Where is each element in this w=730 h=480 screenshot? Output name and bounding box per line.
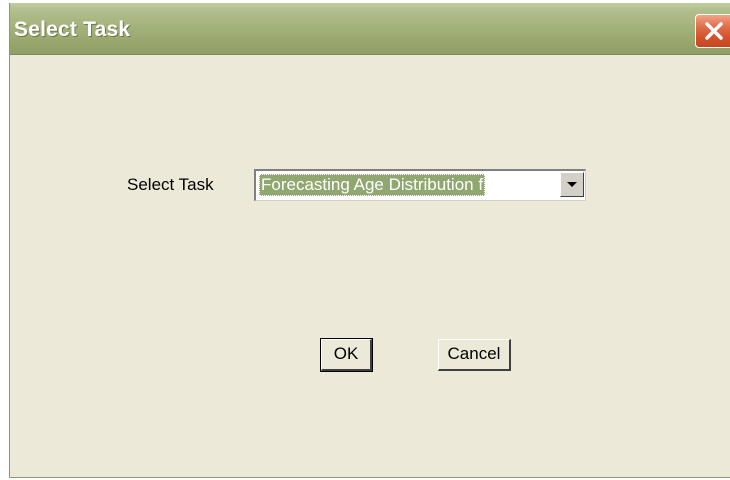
- ok-button[interactable]: OK: [320, 338, 373, 372]
- close-button[interactable]: [695, 14, 730, 48]
- chevron-down-icon[interactable]: [560, 172, 584, 197]
- task-select-value[interactable]: Forecasting Age Distribution f: [259, 174, 486, 196]
- close-icon: [705, 22, 723, 40]
- cancel-button[interactable]: Cancel: [438, 339, 511, 371]
- select-task-dialog: Select Task Select Task Forecasting Age …: [9, 3, 730, 478]
- task-label: Select Task: [127, 175, 214, 194]
- title-bar[interactable]: Select Task: [10, 3, 730, 55]
- window-title: Select Task: [14, 18, 131, 41]
- task-select[interactable]: Forecasting Age Distribution f: [254, 169, 586, 201]
